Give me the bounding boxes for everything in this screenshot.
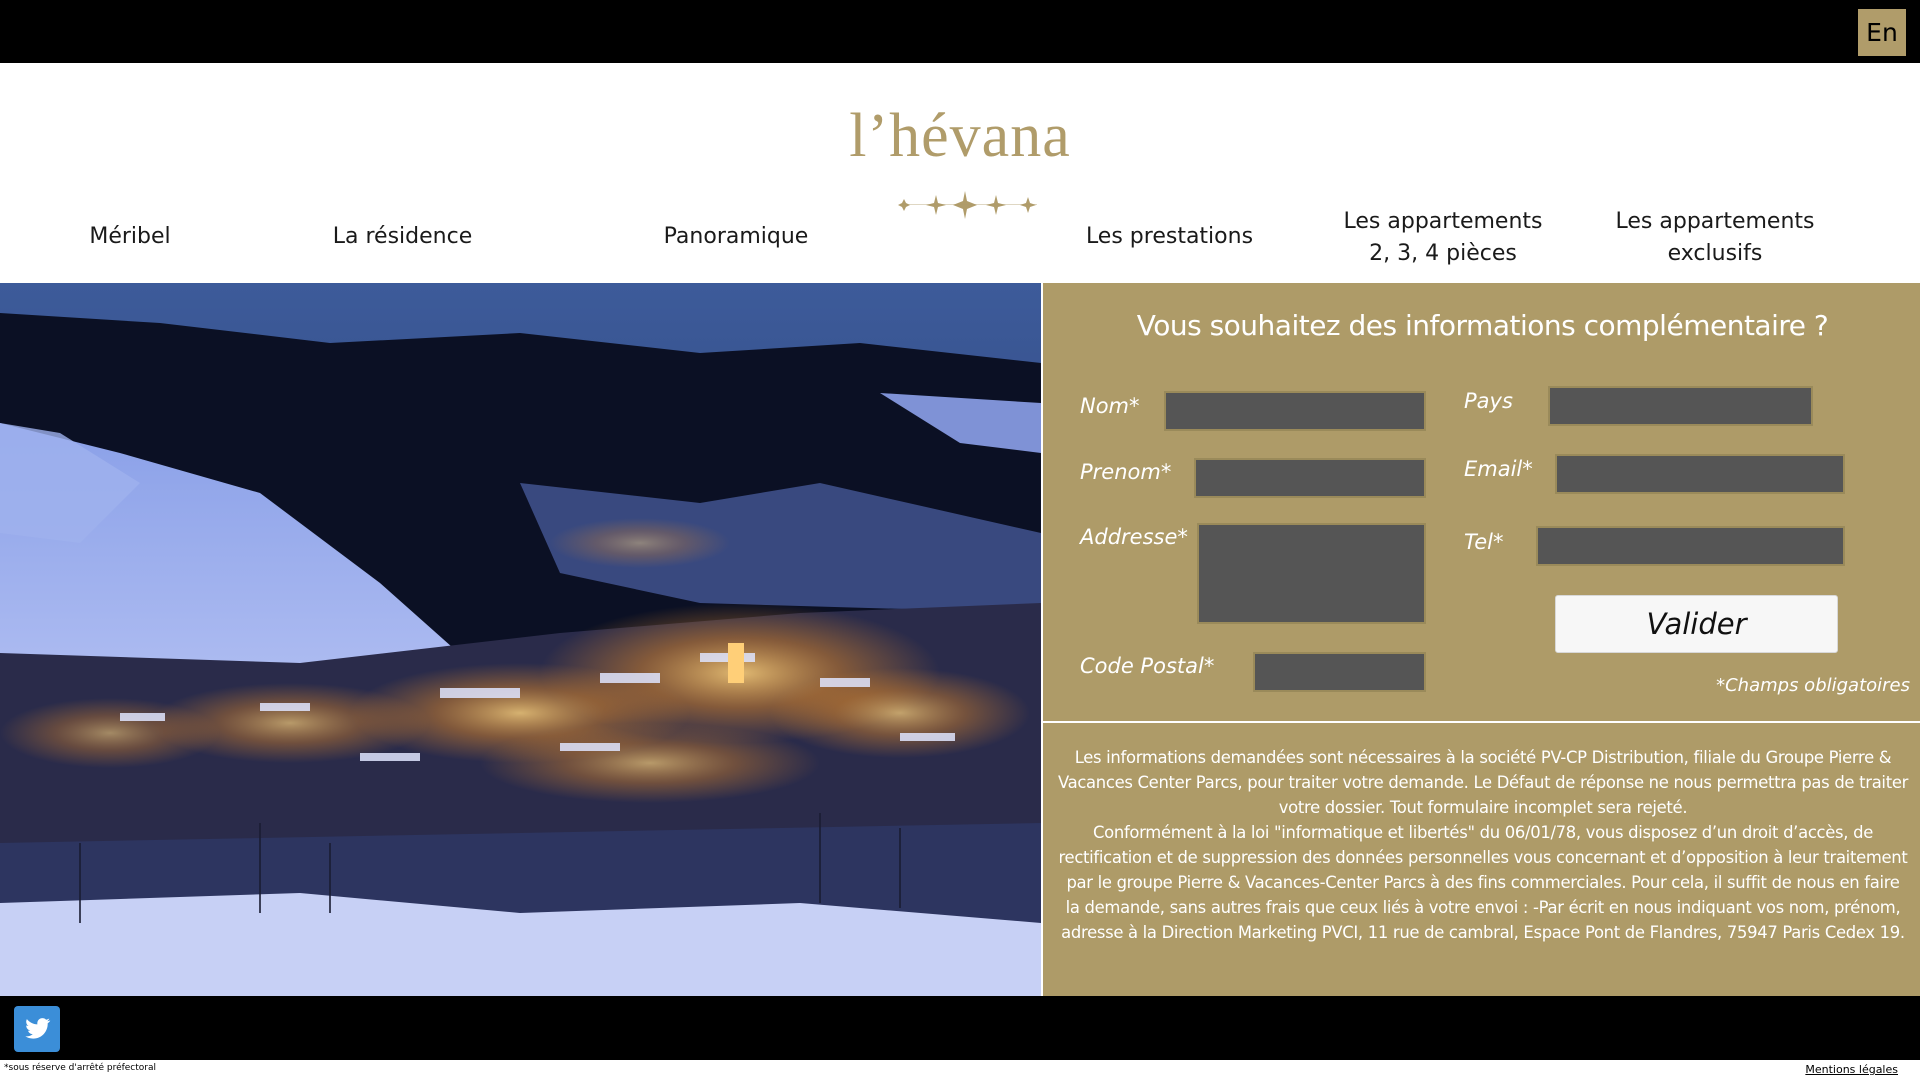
info-request-panel: Vous souhaitez des informations compléme… xyxy=(1041,283,1920,996)
prenom-label: Prenom* xyxy=(1080,460,1172,484)
code-postal-field[interactable] xyxy=(1253,652,1426,692)
legal-notice: Les informations demandées sont nécessai… xyxy=(1057,745,1909,945)
nav-item-meribel[interactable]: Méribel xyxy=(80,221,180,253)
village-photo xyxy=(0,283,1041,996)
nav-item-line: Les appartements xyxy=(1343,209,1543,234)
valider-button[interactable]: Valider xyxy=(1555,595,1838,653)
nav-item-appartements-exclusifs[interactable]: Les appartements exclusifs xyxy=(1610,206,1820,270)
email-label: Email* xyxy=(1464,457,1533,481)
nom-field[interactable] xyxy=(1164,391,1426,431)
prenom-field[interactable] xyxy=(1194,458,1426,498)
nav-item-les-prestations[interactable]: Les prestations xyxy=(1082,221,1257,253)
header: l’hévana Méribel La résidence Panoramiqu… xyxy=(0,63,1920,283)
tel-field[interactable] xyxy=(1536,526,1845,566)
logo[interactable]: l’hévana xyxy=(840,102,1080,219)
required-fields-note: *Champs obligatoires xyxy=(1716,675,1910,696)
legal-paragraph: Les informations demandées sont nécessai… xyxy=(1057,748,1909,817)
legal-paragraph: Conformément à la loi "informatique et l… xyxy=(1058,823,1908,942)
nav-item-line: Les appartements xyxy=(1615,209,1815,234)
pays-field[interactable] xyxy=(1548,386,1813,426)
twitter-icon[interactable] xyxy=(14,1006,60,1052)
night-village-illustration xyxy=(0,283,1041,996)
pays-label: Pays xyxy=(1464,389,1513,413)
form-title: Vous souhaitez des informations compléme… xyxy=(1136,309,1829,342)
language-button[interactable]: En xyxy=(1858,9,1906,56)
nav-item-line: exclusifs xyxy=(1667,241,1763,266)
addresse-label: Addresse* xyxy=(1080,525,1188,549)
tel-label: Tel* xyxy=(1464,530,1504,554)
stars-icon xyxy=(898,191,1037,219)
nav-item-line: 2, 3, 4 pièces xyxy=(1369,241,1517,266)
mentions-legales-link[interactable]: Mentions légales xyxy=(1805,1063,1898,1076)
nav-item-appartements-2-3-4[interactable]: Les appartements 2, 3, 4 pièces xyxy=(1338,206,1548,270)
separator xyxy=(1043,721,1920,723)
nav-item-panoramique[interactable]: Panoramique xyxy=(660,221,812,253)
addresse-field[interactable] xyxy=(1197,523,1426,624)
nom-label: Nom* xyxy=(1080,394,1140,418)
prefectoral-note: *sous réserve d'arrêté préfectoral xyxy=(4,1063,157,1073)
nav-item-la-residence[interactable]: La résidence xyxy=(330,221,475,253)
code-postal-label: Code Postal* xyxy=(1080,654,1215,678)
top-bar: En xyxy=(0,0,1920,63)
footer-bar xyxy=(0,996,1920,1060)
logo-text: l’hévana xyxy=(849,102,1071,170)
email-field[interactable] xyxy=(1555,454,1845,494)
